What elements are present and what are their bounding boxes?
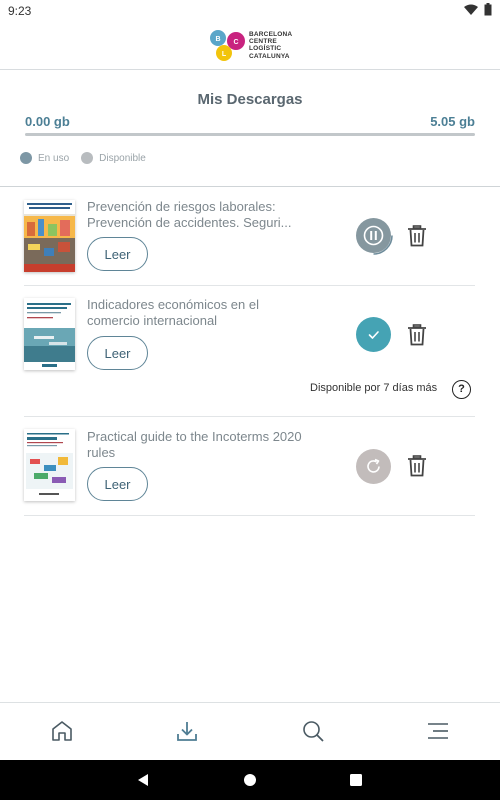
logo-letter-l: L: [222, 51, 227, 58]
delete-trash-icon-3[interactable]: [407, 455, 427, 477]
help-icon[interactable]: ?: [452, 380, 471, 399]
menu-icon[interactable]: [426, 719, 450, 743]
home-icon[interactable]: [50, 719, 74, 743]
download-icon[interactable]: [175, 719, 199, 743]
status-bar: 9:23: [0, 0, 500, 22]
back-icon[interactable]: [136, 773, 150, 787]
logo-mark: B C L: [210, 30, 245, 61]
storage-total-label: 5.05 gb: [430, 114, 475, 129]
recents-icon[interactable]: [349, 773, 363, 787]
logo-text: BARCELONA CENTRE LOGÍSTIC CATALUNYA: [249, 31, 293, 60]
legend-in-use-dot: [20, 152, 32, 164]
legend-in-use: En uso: [20, 152, 69, 164]
legend-available-label: Disponible: [99, 152, 146, 164]
availability-text: Disponible por 7 días más: [310, 382, 438, 394]
read-button-2[interactable]: Leer: [87, 336, 148, 370]
bcl-logo: B C L BARCELONA CENTRE LOGÍSTIC CATALUNY…: [207, 28, 297, 64]
search-icon[interactable]: [301, 719, 325, 743]
battery-icon: [484, 3, 492, 16]
storage-legend: En uso Disponible: [20, 152, 150, 164]
book-title-2[interactable]: Indicadores económicos en el comercio in…: [87, 297, 307, 329]
legend-available-dot: [81, 152, 94, 164]
downloaded-status-button[interactable]: [356, 317, 391, 352]
read-button-3[interactable]: Leer: [87, 467, 148, 501]
redownload-button[interactable]: [356, 449, 391, 484]
delete-trash-icon-2[interactable]: [407, 324, 427, 346]
book-cover-1[interactable]: [24, 200, 75, 272]
book-cover-2[interactable]: [24, 298, 75, 370]
system-nav-bar: [0, 760, 500, 800]
status-icons: [464, 3, 492, 16]
storage-used-label: 0.00 gb: [25, 114, 70, 129]
read-button-1[interactable]: Leer: [87, 237, 148, 271]
refresh-icon: [367, 458, 380, 473]
logo-letter-c: C: [233, 39, 238, 46]
app-header: B C L BARCELONA CENTRE LOGÍSTIC CATALUNY…: [0, 22, 500, 70]
logo-letter-b: B: [215, 36, 220, 43]
book-title-1[interactable]: Prevención de riesgos laborales: Prevenc…: [87, 199, 307, 231]
download-progress-ring: [373, 235, 393, 255]
list-item: Indicadores económicos en el comercio in…: [24, 286, 475, 417]
book-title-3[interactable]: Practical guide to the Incoterms 2020 ru…: [87, 429, 307, 461]
page-title: Mis Descargas: [197, 91, 303, 108]
list-item: Practical guide to the Incoterms 2020 ru…: [24, 417, 475, 516]
book-cover-3[interactable]: [24, 429, 75, 501]
delete-trash-icon-1[interactable]: [407, 225, 427, 247]
list-item: Prevención de riesgos laborales: Prevenc…: [24, 188, 475, 286]
storage-summary: Mis Descargas 0.00 gb 5.05 gb En uso Dis…: [0, 71, 500, 187]
legend-in-use-label: En uso: [38, 152, 70, 164]
check-icon: [368, 331, 379, 339]
status-time: 9:23: [8, 4, 32, 18]
legend-available: Disponible: [81, 152, 146, 164]
home-circle-icon[interactable]: [243, 773, 257, 787]
storage-progress-bar: [25, 133, 475, 136]
bottom-nav: [0, 702, 500, 760]
wifi-icon: [464, 4, 478, 15]
